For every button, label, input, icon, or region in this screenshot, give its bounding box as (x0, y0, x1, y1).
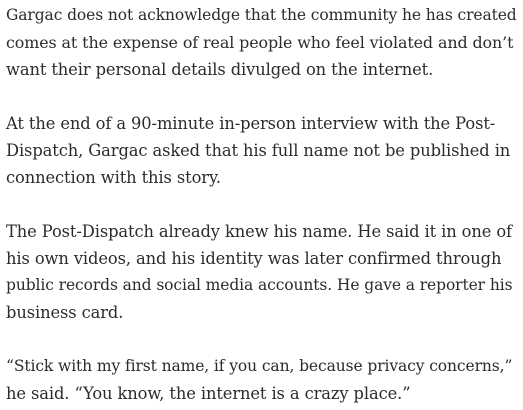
paragraph-line: his own videos, and his identity was lat… (6, 249, 502, 268)
paragraph-line: comes at the expense of real people who … (6, 33, 514, 52)
paragraph-line: “Stick with my first name, if you can, b… (6, 357, 513, 375)
paragraph-1: Gargac does not acknowledge that the com… (6, 2, 517, 83)
paragraph-line: want their personal details divulged on … (6, 60, 434, 79)
paragraph-3: The Post-Dispatch already knew his name.… (6, 218, 517, 326)
paragraph-line: Gargac does not acknowledge that the com… (6, 6, 517, 24)
paragraph-4: “Stick with my first name, if you can, b… (6, 353, 517, 407)
paragraph-line: The Post-Dispatch already knew his name.… (6, 222, 512, 241)
paragraph-line: public records and social media accounts… (6, 276, 513, 294)
article-body: Gargac does not acknowledge that the com… (0, 0, 523, 410)
paragraph-line: Dispatch, Gargac asked that his full nam… (6, 141, 511, 160)
paragraph-line: At the end of a 90-minute in-person inte… (6, 114, 496, 133)
paragraph-line: business card. (6, 303, 124, 322)
paragraph-line: he said. “You know, the internet is a cr… (6, 384, 411, 403)
paragraph-2: At the end of a 90-minute in-person inte… (6, 110, 517, 191)
paragraph-line: connection with this story. (6, 168, 221, 187)
